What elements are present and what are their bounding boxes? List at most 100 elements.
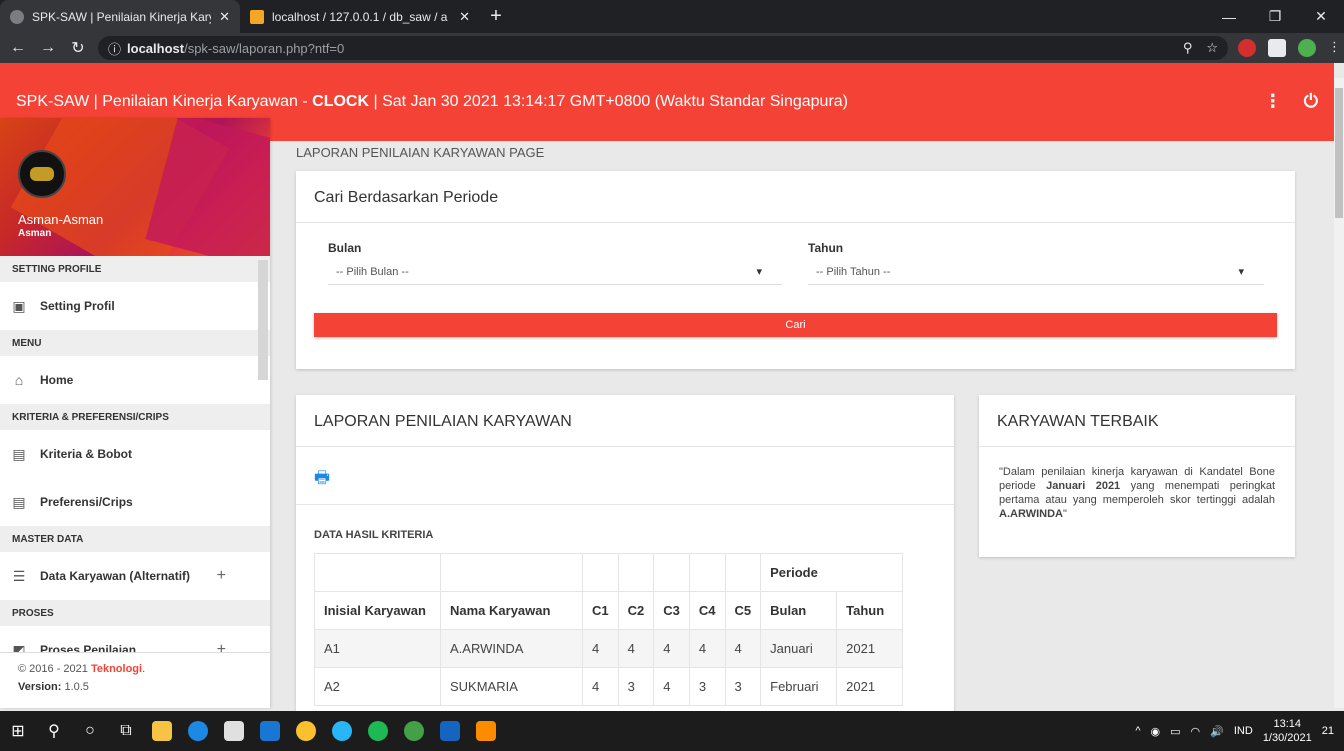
sidebar-item-home[interactable]: ⌂ Home	[0, 356, 270, 404]
table-header-row: Periode	[314, 553, 904, 592]
search-card: Cari Berdasarkan Periode Bulan -- Pilih …	[296, 171, 1295, 369]
language-indicator[interactable]: IND	[1234, 725, 1253, 737]
bookmark-star-icon[interactable]: ☆	[1206, 40, 1218, 56]
sidebar-item-data-karyawan[interactable]: ☰ Data Karyawan (Alternatif) +	[0, 552, 270, 600]
cell-tahun: 2021	[836, 667, 904, 706]
mail-icon[interactable]	[252, 711, 288, 751]
globe-icon	[10, 9, 24, 24]
minimize-icon[interactable]: —	[1206, 0, 1252, 33]
more-vert-icon[interactable]: ⋮	[1264, 91, 1282, 112]
clipboard-icon: ▤	[12, 493, 26, 510]
footer-brand-link[interactable]: Teknologi	[91, 663, 142, 675]
volume-icon[interactable]: 🔊	[1210, 725, 1224, 738]
section-menu: MENU	[0, 330, 270, 356]
expand-icon[interactable]: +	[217, 567, 226, 585]
quote-part: "	[1062, 508, 1067, 520]
app-name: SPK-SAW | Penilaian Kinerja Karyawan	[16, 93, 298, 110]
power-icon[interactable]: ⏻	[1304, 91, 1318, 112]
th-bulan: Bulan	[760, 591, 838, 630]
best-card-title: KARYAWAN TERBAIK	[979, 395, 1295, 447]
page-title: LAPORAN PENILAIAN KARYAWAN PAGE	[296, 145, 545, 160]
clipboard-icon: ▤	[12, 445, 26, 462]
browser-tab-spk[interactable]: SPK-SAW | Penilaian Kinerja Kary ✕	[0, 0, 240, 33]
page-scrollbar[interactable]	[1334, 78, 1344, 708]
th-blank	[314, 553, 441, 592]
browser-tab-phpmyadmin[interactable]: localhost / 127.0.0.1 / db_saw / a ✕	[240, 0, 480, 33]
back-icon[interactable]: ←	[8, 39, 28, 57]
info-icon[interactable]: ⓘ	[108, 39, 121, 58]
notification-count[interactable]: 21	[1322, 725, 1334, 737]
bulan-field: Bulan -- Pilih Bulan --	[328, 241, 782, 285]
th-c5: C5	[724, 591, 762, 630]
restore-icon[interactable]: ❐	[1252, 0, 1298, 33]
cell-nama: A.ARWINDA	[440, 629, 583, 668]
cell-c1: 4	[582, 629, 619, 668]
sidebar-item-label: Data Karyawan (Alternatif)	[40, 569, 191, 583]
tahun-label: Tahun	[808, 241, 844, 255]
reload-icon[interactable]: ↻	[68, 38, 88, 58]
close-window-icon[interactable]: ✕	[1298, 0, 1344, 33]
search-icon[interactable]: ⚲	[36, 711, 72, 751]
edge-icon[interactable]	[180, 711, 216, 751]
close-tab-icon[interactable]: ✕	[219, 9, 230, 25]
telegram-icon[interactable]	[324, 711, 360, 751]
task-view-icon[interactable]: ⧉	[108, 711, 144, 751]
table-row: A2 SUKMARIA 4 3 4 3 3 Februari 2021	[314, 667, 904, 706]
whatsapp-icon[interactable]	[396, 711, 432, 751]
windows-start-icon[interactable]: ⊞	[0, 711, 36, 751]
profile-avatar-icon[interactable]	[1298, 39, 1316, 57]
sidebar-item-kriteria-bobot[interactable]: ▤ Kriteria & Bobot	[0, 430, 270, 478]
table-row: A1 A.ARWINDA 4 4 4 4 4 Januari 2021	[314, 629, 904, 668]
cell-tahun: 2021	[836, 629, 904, 668]
th-c3: C3	[653, 591, 690, 630]
section-kriteria: KRITERIA & PREFERENSI/CRIPS	[0, 404, 270, 430]
forward-icon[interactable]: →	[38, 39, 58, 57]
address-bar[interactable]: ⓘ localhost/spk-saw/laporan.php?ntf=0 ⚲ …	[98, 36, 1228, 60]
cell-c5: 4	[724, 629, 762, 668]
sidebar-item-setting-profil[interactable]: ▣ Setting Profil	[0, 282, 270, 330]
quote-name: A.ARWINDA	[999, 508, 1063, 520]
cari-button[interactable]: Cari	[314, 313, 1277, 337]
puzzle-icon[interactable]	[1268, 39, 1286, 57]
cell-bulan: Februari	[760, 667, 838, 706]
file-explorer-icon[interactable]	[144, 711, 180, 751]
word-icon[interactable]	[432, 711, 468, 751]
taskbar-clock[interactable]: 13:14 1/30/2021	[1263, 717, 1312, 745]
store-icon[interactable]	[216, 711, 252, 751]
sidebar-item-label: Setting Profil	[40, 299, 115, 313]
clock-date: 1/30/2021	[1262, 732, 1312, 744]
print-icon[interactable]: 🖶	[314, 468, 330, 487]
wifi-icon[interactable]: ◠	[1191, 725, 1201, 738]
user-role: Asman	[18, 228, 52, 239]
th-nama: Nama Karyawan	[440, 591, 583, 630]
sidebar-scrollbar[interactable]	[258, 260, 268, 380]
cell-inisial: A2	[314, 667, 441, 706]
expand-icon[interactable]: +	[217, 641, 226, 652]
sidebar-item-preferensi[interactable]: ▤ Preferensi/Crips	[0, 478, 270, 526]
sidebar-item-label: Proses Penilaian	[40, 643, 137, 652]
xampp-icon[interactable]	[468, 711, 504, 751]
network-icon[interactable]: ◉	[1151, 725, 1161, 738]
extension-icon[interactable]	[1238, 39, 1256, 57]
th-periode: Periode	[760, 553, 904, 592]
report-subtitle: DATA HASIL KRITERIA	[314, 529, 434, 541]
cell-c2: 4	[617, 629, 655, 668]
chrome-icon[interactable]	[288, 711, 324, 751]
bulan-select[interactable]: -- Pilih Bulan --	[328, 263, 782, 285]
zoom-icon[interactable]: ⚲	[1183, 40, 1193, 56]
show-hidden-icon[interactable]: ^	[1135, 725, 1140, 737]
spotify-icon[interactable]	[360, 711, 396, 751]
cell-inisial: A1	[314, 629, 441, 668]
new-tab-button[interactable]: +	[480, 0, 512, 33]
more-icon[interactable]: ⋮	[1328, 39, 1341, 57]
sidebar-item-proses-penilaian[interactable]: ◩ Proses Penilaian +	[0, 626, 270, 652]
url-host: localhost	[127, 40, 185, 56]
close-tab-icon[interactable]: ✕	[459, 9, 470, 25]
scrollbar-thumb[interactable]	[1335, 88, 1343, 218]
tahun-select[interactable]: -- Pilih Tahun --	[808, 263, 1264, 285]
cortana-icon[interactable]: ○	[72, 711, 108, 751]
avatar[interactable]	[18, 150, 66, 198]
battery-icon[interactable]: ▭	[1170, 725, 1180, 738]
footer-dot: .	[142, 663, 146, 675]
extensions: ⋮	[1238, 39, 1341, 57]
